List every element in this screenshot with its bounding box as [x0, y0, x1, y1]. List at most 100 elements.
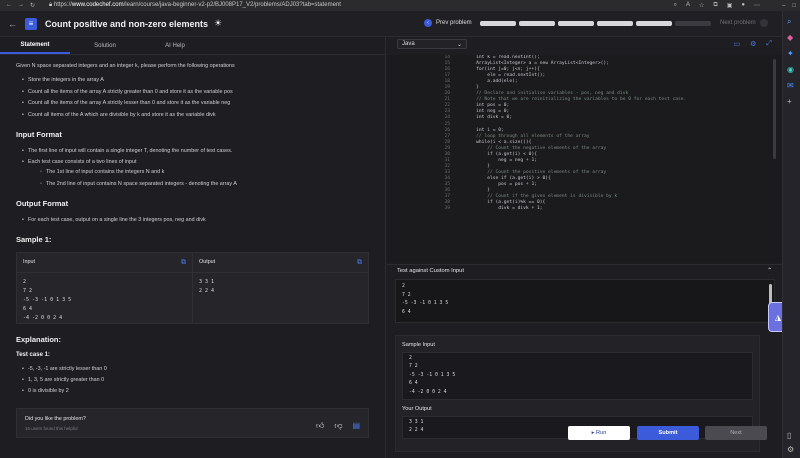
code-gutter: [387, 206, 432, 212]
sample-line: 2: [409, 356, 412, 361]
test-case-label: Test case 1:: [16, 352, 50, 359]
progress-segment: [480, 21, 516, 26]
maximize-icon[interactable]: □: [792, 3, 796, 9]
tools-icon[interactable]: ✦: [787, 49, 794, 58]
tab-statement[interactable]: Statement: [0, 37, 70, 54]
list-item: Store the integers in the array A: [22, 76, 369, 85]
minimize-icon[interactable]: –: [782, 3, 785, 9]
settings-icon[interactable]: ⚙: [787, 445, 794, 454]
code-editor[interactable]: 14 int k = read.nextInt(); 15 ArrayList<I…: [387, 55, 782, 263]
tab-solution[interactable]: Solution: [70, 37, 140, 54]
url-path: /learn/course/java-beginner-v2-p2/BJ008P…: [123, 2, 341, 8]
add-icon[interactable]: +: [787, 97, 792, 106]
feedback-actions: 👍︎ 👎︎ ▤: [316, 420, 360, 432]
thumbs-down-icon[interactable]: 👎︎: [334, 420, 342, 432]
office-icon[interactable]: ◉: [787, 65, 794, 74]
prev-problem-button[interactable]: ‹ Prev problem: [424, 19, 472, 27]
address-bar[interactable]: 🔒︎ https://www.codechef.com/learn/course…: [49, 2, 341, 9]
copy-icon[interactable]: ⧉: [181, 258, 186, 269]
explanation-list: -5, -3, -1 are strictly lesser than 0 1,…: [22, 365, 369, 397]
list-item: The first line of input will contain a s…: [22, 147, 369, 156]
statement-content: Given N space separated integers and an …: [0, 55, 385, 445]
chevron-down-icon: ⌄: [456, 41, 462, 48]
editor-panel: Java ⌄ ▭ ⚙ ⤢ 14 int k = read.nextInt(); 1…: [387, 37, 782, 458]
profile-icon[interactable]: ●: [741, 2, 745, 9]
custom-input-header[interactable]: Test against Custom Input ⌃: [387, 265, 782, 277]
submit-button[interactable]: Submit: [637, 426, 699, 440]
browser-sidebar: ⌕ ◆ ✦ ◉ ✉ + ▯ ⚙: [782, 11, 800, 458]
thumbs-up-icon[interactable]: 👍︎: [316, 420, 324, 432]
sample-input-line: -4 -2 0 0 2 4: [23, 315, 63, 322]
problem-title: Count positive and non-zero elements: [45, 18, 209, 29]
sidebar-toggle-icon[interactable]: ▯: [787, 431, 791, 440]
input-format-sublist: The 1st line of input contains the integ…: [40, 168, 369, 188]
feedback-box: Did you like the problem? 16 users found…: [16, 407, 369, 438]
custom-input-field[interactable]: 2 7 2 -5 -3 -1 0 1 3 5 6 4: [395, 279, 775, 323]
url-prefix: https://: [53, 2, 72, 8]
input-format-list: The first line of input will contain a s…: [22, 147, 369, 189]
sample-output-line: 3 3 1: [199, 279, 215, 286]
favorite-icon[interactable]: ☆: [699, 2, 704, 9]
sample-line: 6 4: [409, 381, 418, 387]
browser-icons: ⌕ A ☆ ⧉ ▣ ● ⋯: [674, 2, 760, 9]
your-output-title: Your Output: [402, 406, 432, 413]
chat-icon[interactable]: ▭: [733, 40, 740, 48]
sample-input-box: 2 7 2 -5 -3 -1 0 1 3 5 6 4 -4 -2 0 0 2 4: [402, 352, 753, 401]
sample-input-line: 6 4: [23, 306, 33, 313]
list-item: Count all items of the A which are divis…: [22, 111, 369, 120]
custom-input-line: -5 -3 -1 0 1 3 5: [402, 301, 449, 306]
sample-input-header: Input ⧉: [17, 253, 192, 274]
read-aloud-icon[interactable]: A: [686, 2, 690, 9]
next-problem-label: Next problem: [720, 20, 756, 26]
editor-scrollbar[interactable]: [773, 59, 776, 159]
more-icon[interactable]: ⋯: [754, 2, 760, 9]
sample-line: -4 -2 0 0 2 4: [409, 389, 447, 395]
list-item: 0 is divisible by 2: [22, 387, 369, 396]
search-icon[interactable]: ⌕: [787, 17, 791, 27]
browser-bar: ← → ↻ 🔒︎ https://www.codechef.com/learn/…: [0, 0, 800, 11]
chevron-up-icon[interactable]: ⌃: [767, 268, 772, 274]
back-arrow-icon[interactable]: ←: [8, 19, 17, 29]
extensions-icon[interactable]: ⧉: [713, 2, 717, 9]
editor-toolbar: Java ⌄ ▭ ⚙ ⤢: [387, 37, 782, 51]
language-select[interactable]: Java ⌄: [397, 39, 467, 49]
comment-icon[interactable]: ▤: [352, 420, 360, 432]
next-problem-button[interactable]: Next problem: [720, 19, 768, 27]
run-button[interactable]: ▸ Run: [568, 426, 630, 440]
sample-line: 7 2: [409, 364, 418, 370]
chevron-right-icon: [759, 19, 768, 27]
feedback-count: 16 users found this helpful: [25, 426, 78, 432]
forward-icon[interactable]: →: [18, 2, 24, 9]
sample-box: Input ⧉ 2 7 2 -5 -3 -1 0 1 3 5 6 4 -4 -2…: [16, 251, 369, 324]
copy-icon[interactable]: ⧉: [357, 258, 362, 269]
next-button[interactable]: Next: [705, 426, 767, 440]
list-item: The 1st line of input contains the integ…: [40, 168, 369, 177]
back-icon[interactable]: ←: [6, 2, 12, 9]
chevron-left-icon: ‹: [424, 19, 432, 27]
window-controls: – □: [782, 3, 796, 9]
zoom-icon[interactable]: ⌕: [674, 2, 677, 9]
theme-toggle-icon[interactable]: ☀: [214, 18, 222, 29]
custom-input-line: 7 2: [402, 292, 411, 298]
list-item: For each test case, output on a single l…: [22, 216, 369, 225]
tab-ai-help[interactable]: AI Help: [140, 37, 210, 54]
sample-input-line: 2: [23, 279, 27, 286]
problem-progress: [480, 21, 711, 26]
collections-icon[interactable]: ▣: [727, 2, 733, 9]
expand-icon[interactable]: ⤢: [766, 40, 772, 48]
menu-icon[interactable]: ≡: [25, 17, 37, 30]
url-host: www.codechef.com: [71, 2, 124, 8]
settings-icon[interactable]: ⚙: [750, 40, 756, 48]
sample-heading: Sample 1:: [16, 235, 52, 244]
reload-icon[interactable]: ↻: [30, 2, 35, 9]
run-label: Run: [596, 430, 607, 436]
custom-input-title: Test against Custom Input: [397, 268, 465, 274]
line-number: 39: [444, 206, 450, 212]
list-item: Count all the items of the array A stric…: [22, 99, 369, 108]
shopping-icon[interactable]: ◆: [787, 33, 793, 42]
progress-segment: [636, 21, 672, 26]
outlook-icon[interactable]: ✉: [787, 81, 794, 90]
language-value: Java: [402, 41, 415, 47]
sample-input-label: Input: [23, 258, 35, 265]
list-item: Count all the items of the array A stric…: [22, 88, 369, 97]
